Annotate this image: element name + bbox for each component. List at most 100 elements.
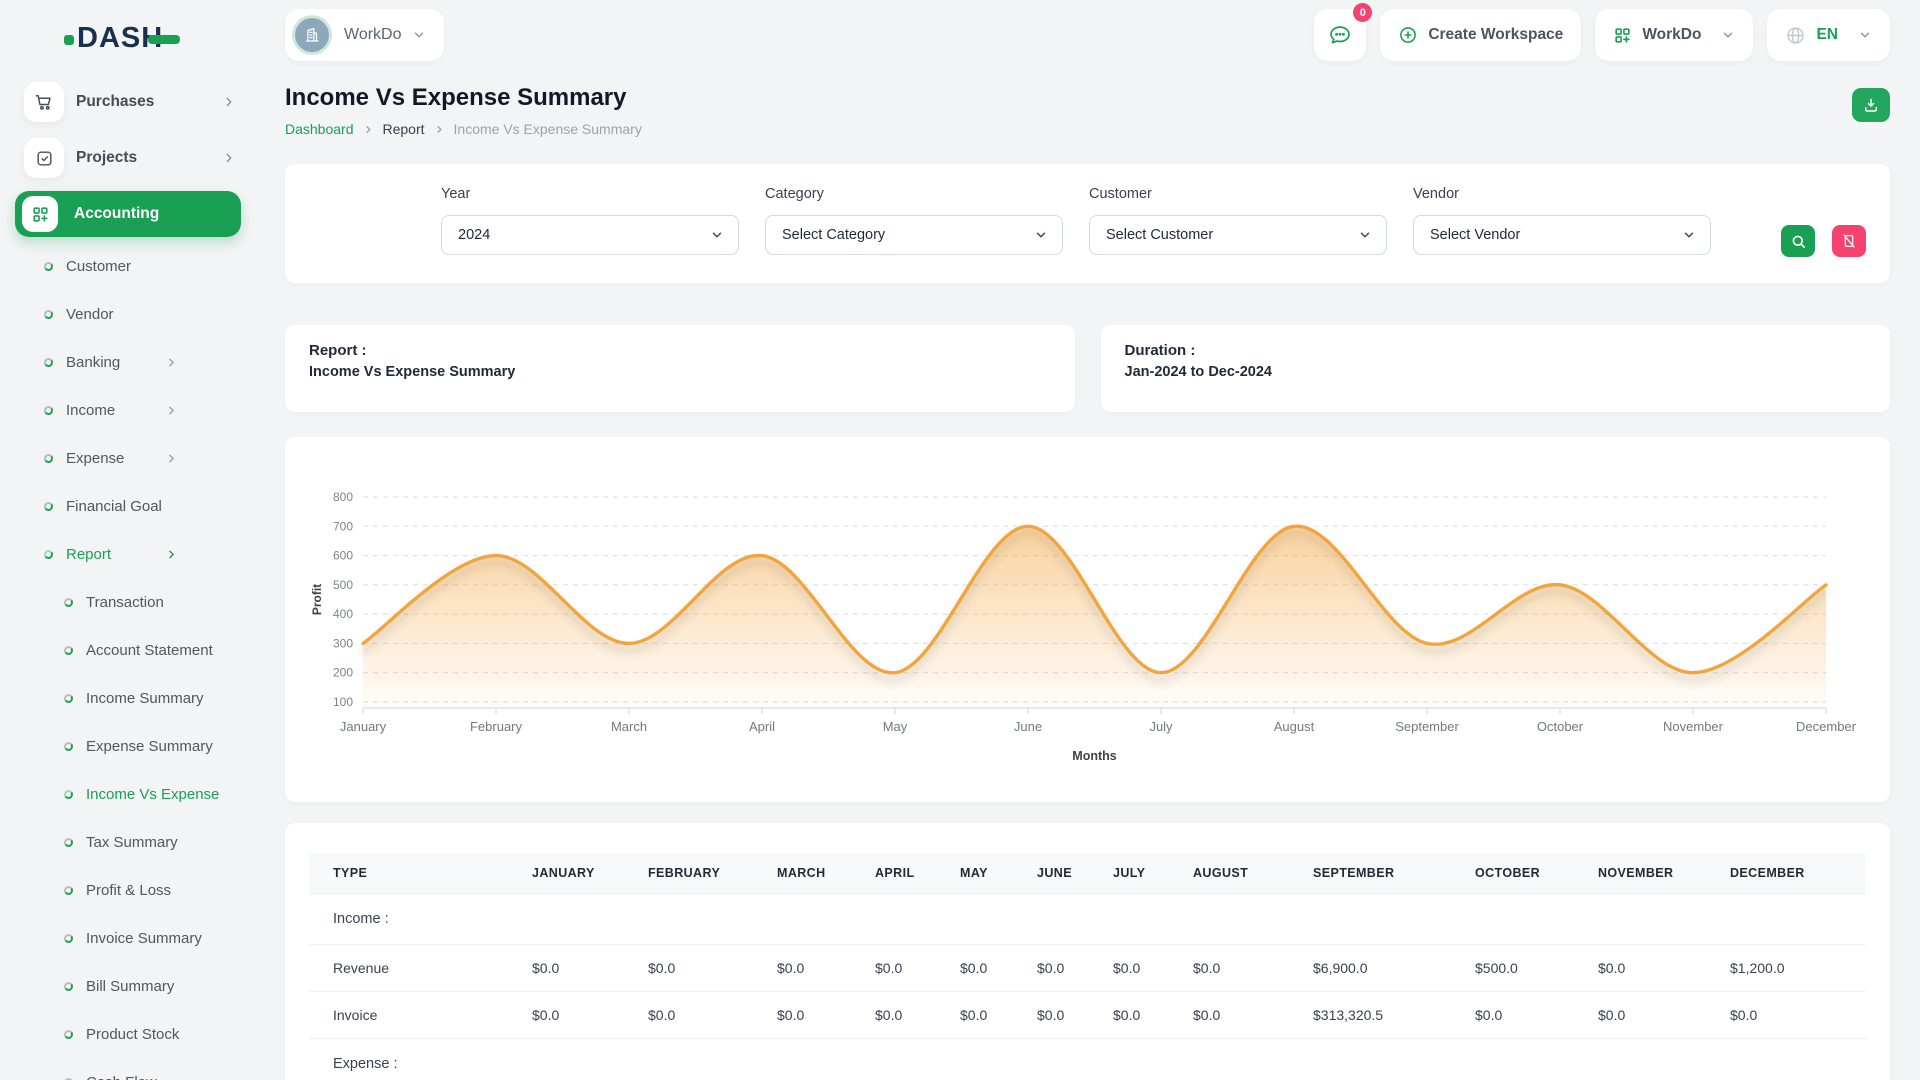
table-cell: $0.0 bbox=[851, 945, 936, 992]
sidebar-item-transaction[interactable]: Transaction bbox=[0, 578, 256, 626]
table-column-header: JANUARY bbox=[508, 853, 624, 894]
sidebar-item-income-summary[interactable]: Income Summary bbox=[0, 674, 256, 722]
sidebar-item-invoice-summary[interactable]: Invoice Summary bbox=[0, 914, 256, 962]
language-selector[interactable]: EN bbox=[1767, 9, 1890, 61]
chevron-right-icon bbox=[165, 548, 178, 561]
table-cell: $0.0 bbox=[624, 992, 753, 1039]
customer-select[interactable]: Select Customer bbox=[1089, 215, 1387, 255]
year-select[interactable]: 2024 bbox=[441, 215, 739, 255]
header-actions: 0 Create Workspace WorkDo bbox=[1314, 9, 1890, 61]
vendor-select[interactable]: Select Vendor bbox=[1413, 215, 1711, 255]
duration-card-title: Duration : bbox=[1125, 342, 1867, 359]
title-row: Income Vs Expense Summary Dashboard Repo… bbox=[285, 84, 1890, 137]
chevron-down-icon bbox=[1034, 228, 1048, 242]
apply-filter-button[interactable] bbox=[1781, 225, 1815, 257]
svg-text:June: June bbox=[1014, 719, 1042, 734]
sidebar-item-accounting[interactable]: Accounting bbox=[15, 191, 241, 237]
table-cell: $6,900.0 bbox=[1289, 945, 1451, 992]
table-cell: $0.0 bbox=[624, 945, 753, 992]
category-label: Category bbox=[765, 186, 1063, 202]
sidebar-item-cash-flow[interactable]: Cash Flow bbox=[0, 1058, 256, 1080]
plus-circle-icon bbox=[1398, 25, 1418, 45]
sidebar-subitem-label: Cash Flow bbox=[86, 1074, 256, 1080]
sidebar-subitem-label: Vendor bbox=[66, 306, 256, 323]
svg-text:May: May bbox=[883, 719, 908, 734]
top-header: WorkDo 0 Create Workspace bbox=[285, 0, 1890, 70]
svg-text:100: 100 bbox=[333, 695, 353, 709]
search-icon bbox=[1790, 233, 1807, 250]
download-button[interactable] bbox=[1852, 88, 1890, 122]
sidebar-subitem-label: Account Statement bbox=[86, 642, 256, 659]
workdo-dropdown-label: WorkDo bbox=[1642, 26, 1701, 44]
chevron-right-icon bbox=[165, 452, 178, 465]
create-workspace-button[interactable]: Create Workspace bbox=[1380, 9, 1581, 61]
chevron-down-icon bbox=[1721, 28, 1735, 42]
year-label: Year bbox=[441, 186, 739, 202]
reset-filter-button[interactable] bbox=[1832, 225, 1866, 257]
sidebar-subitem-label: Income Vs Expense bbox=[86, 786, 256, 803]
sidebar-item-profit-loss[interactable]: Profit & Loss bbox=[0, 866, 256, 914]
table-column-header: TYPE bbox=[309, 853, 508, 894]
table-cell: $0.0 bbox=[851, 992, 936, 1039]
table-cell: $0.0 bbox=[1089, 992, 1169, 1039]
table-cell: $0.0 bbox=[753, 992, 851, 1039]
chat-bubble-icon bbox=[1328, 23, 1352, 47]
profit-area-chart: 100200300400500600700800JanuaryFebruaryM… bbox=[305, 449, 1870, 787]
svg-text:500: 500 bbox=[333, 578, 353, 592]
breadcrumb-report[interactable]: Report bbox=[383, 121, 425, 137]
table-cell: $0.0 bbox=[508, 945, 624, 992]
sidebar-item-purchases[interactable]: Purchases bbox=[0, 74, 256, 130]
filter-actions bbox=[1781, 186, 1866, 257]
sidebar-item-bill-summary[interactable]: Bill Summary bbox=[0, 962, 256, 1010]
table-cell: $0.0 bbox=[1169, 945, 1289, 992]
grid-plus-icon bbox=[22, 196, 58, 232]
clear-filter-icon bbox=[1841, 233, 1857, 249]
duration-summary-card: Duration : Jan-2024 to Dec-2024 bbox=[1101, 325, 1891, 412]
bullet-icon bbox=[63, 885, 73, 895]
download-icon bbox=[1862, 96, 1880, 114]
sidebar-item-account-statement[interactable]: Account Statement bbox=[0, 626, 256, 674]
table-cell: $0.0 bbox=[508, 992, 624, 1039]
sidebar-item-expense[interactable]: Expense bbox=[0, 434, 256, 482]
sidebar-item-label: Purchases bbox=[76, 93, 222, 111]
sidebar-item-vendor[interactable]: Vendor bbox=[0, 290, 256, 338]
workspace-avatar bbox=[292, 15, 332, 55]
svg-text:April: April bbox=[749, 719, 775, 734]
svg-text:Profit: Profit bbox=[310, 584, 324, 615]
sidebar-item-income-vs-expense[interactable]: Income Vs Expense bbox=[0, 770, 256, 818]
table-cell: $0.0 bbox=[936, 945, 1013, 992]
sidebar-subitem-label: Tax Summary bbox=[86, 834, 256, 851]
messages-button[interactable]: 0 bbox=[1314, 9, 1366, 61]
sidebar-item-tax-summary[interactable]: Tax Summary bbox=[0, 818, 256, 866]
table-section-row: Expense : bbox=[309, 1039, 1866, 1080]
table-cell: Revenue bbox=[309, 945, 508, 992]
bullet-icon bbox=[63, 693, 73, 703]
table-header-row: TYPEJANUARYFEBRUARYMARCHAPRILMAYJUNEJULY… bbox=[309, 853, 1866, 894]
sidebar-item-expense-summary[interactable]: Expense Summary bbox=[0, 722, 256, 770]
app-logo: DASH bbox=[0, 18, 256, 58]
breadcrumb-current: Income Vs Expense Summary bbox=[454, 121, 642, 137]
sidebar-menu: Purchases Projects bbox=[0, 74, 256, 1080]
sidebar-item-customer[interactable]: Customer bbox=[0, 242, 256, 290]
table-cell: $0.0 bbox=[1451, 992, 1574, 1039]
workspace-switcher[interactable]: WorkDo bbox=[285, 9, 444, 61]
sidebar-item-income[interactable]: Income bbox=[0, 386, 256, 434]
table-cell: $313,320.5 bbox=[1289, 992, 1451, 1039]
customer-select-value: Select Customer bbox=[1106, 227, 1213, 243]
category-select[interactable]: Select Category bbox=[765, 215, 1063, 255]
chevron-right-icon bbox=[434, 124, 445, 135]
svg-text:Months: Months bbox=[1072, 749, 1116, 763]
category-select-value: Select Category bbox=[782, 227, 885, 243]
chevron-right-icon bbox=[222, 95, 236, 109]
sidebar-item-report[interactable]: Report bbox=[0, 530, 256, 578]
create-workspace-label: Create Workspace bbox=[1428, 26, 1563, 44]
sidebar-item-financial-goal[interactable]: Financial Goal bbox=[0, 482, 256, 530]
main-content: WorkDo 0 Create Workspace bbox=[256, 0, 1920, 1080]
breadcrumb-dashboard[interactable]: Dashboard bbox=[285, 121, 354, 137]
sidebar-item-banking[interactable]: Banking bbox=[0, 338, 256, 386]
workdo-dropdown[interactable]: WorkDo bbox=[1595, 9, 1753, 61]
svg-text:August: August bbox=[1274, 719, 1315, 734]
sidebar-subitem-label: Expense Summary bbox=[86, 738, 256, 755]
sidebar-item-projects[interactable]: Projects bbox=[0, 130, 256, 186]
sidebar-item-product-stock[interactable]: Product Stock bbox=[0, 1010, 256, 1058]
